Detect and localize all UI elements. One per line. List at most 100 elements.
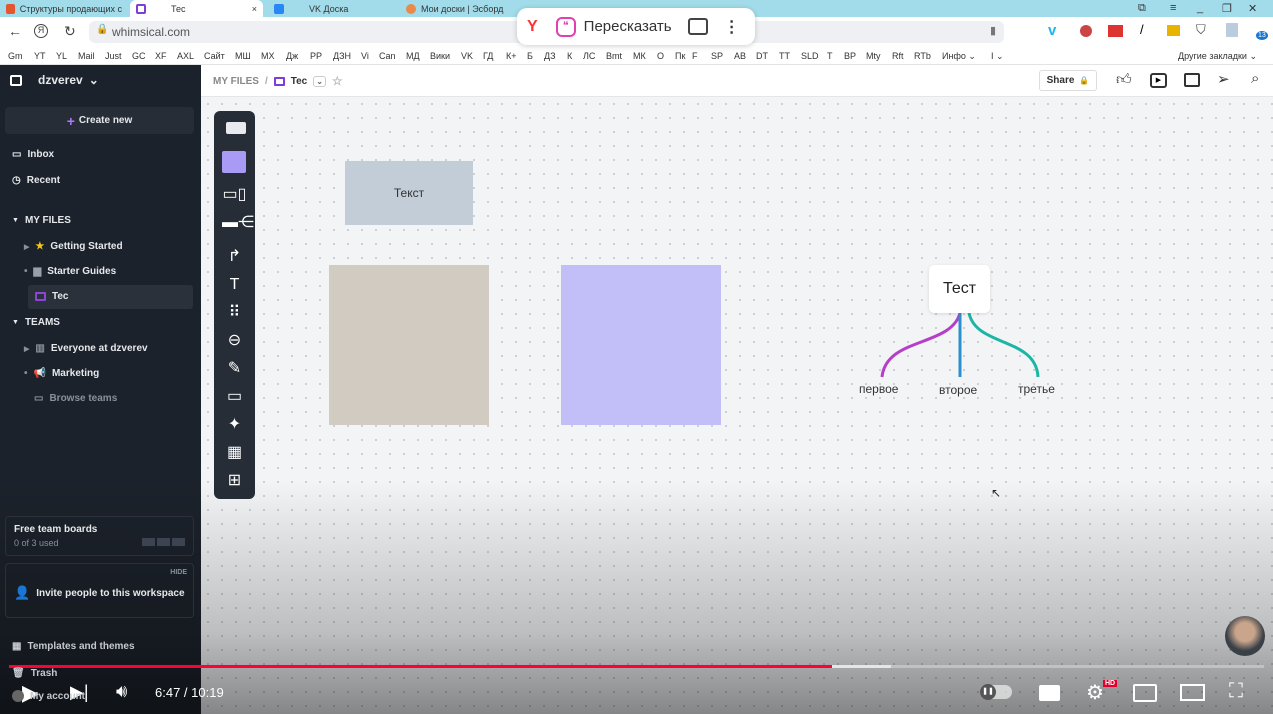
settings-icon[interactable]: ⚙ xyxy=(1086,680,1104,705)
sidebar-item-starter-guides[interactable]: • ▆ Starter Guides xyxy=(24,266,116,277)
bookmark-item[interactable]: TT xyxy=(779,51,790,61)
link-tool[interactable]: ⊖ xyxy=(222,330,247,352)
search-icon[interactable]: ⌕ xyxy=(1251,70,1259,87)
sidebar-item-marketing[interactable]: • 📢 Marketing xyxy=(24,368,99,379)
workspace-switcher[interactable]: dzverev ⌄ xyxy=(10,73,99,87)
create-new-button[interactable]: + Create new xyxy=(5,107,194,134)
sidebar-item-inbox[interactable]: ▭ Inbox xyxy=(12,149,54,160)
grid-tool[interactable]: ⠿ xyxy=(222,302,247,324)
bookmark-item[interactable]: Б xyxy=(527,51,533,61)
minimize-icon[interactable]: _ xyxy=(1197,2,1203,14)
sticky-note-tool[interactable] xyxy=(222,151,247,173)
channel-avatar[interactable] xyxy=(1225,616,1265,656)
bookmark-item[interactable]: Инфо ⌄ xyxy=(942,51,976,62)
extension-icon[interactable] xyxy=(1167,25,1180,36)
bookmark-item[interactable]: ДЗ xyxy=(544,51,556,61)
tab-tec[interactable]: Тес × xyxy=(130,0,263,17)
back-icon[interactable]: ← xyxy=(8,23,22,39)
more-icon[interactable]: ⋮ xyxy=(724,17,740,37)
mindmap-tool[interactable]: ▬⋲ xyxy=(222,212,254,234)
bookmark-item[interactable]: VK xyxy=(461,51,473,61)
volume-icon[interactable]: 🔊︎ xyxy=(116,681,127,702)
bookmark-item[interactable]: XF xyxy=(155,51,167,61)
restore-icon[interactable]: ❐ xyxy=(1222,2,1232,15)
bookmark-item[interactable]: МШ xyxy=(235,51,251,61)
bookmark-item[interactable]: К xyxy=(567,51,572,61)
mindmap-node[interactable]: второе xyxy=(939,383,977,397)
bookmark-item[interactable]: Just xyxy=(105,51,122,61)
lavender-sticky-shape[interactable] xyxy=(561,265,721,425)
bookmark-item[interactable]: SP xyxy=(711,51,723,61)
sidebar-item-tec[interactable]: Tec xyxy=(28,285,193,309)
bookmark-item[interactable]: AB xyxy=(734,51,746,61)
bookmark-item[interactable]: Вики xyxy=(430,51,450,61)
bookmark-item[interactable]: К+ xyxy=(506,51,517,61)
bookmark-item[interactable]: YL xyxy=(56,51,67,61)
browse-teams-link[interactable]: ▭ Browse teams xyxy=(34,393,117,404)
bookmark-item[interactable]: Vi xyxy=(361,51,369,61)
board-canvas[interactable]: Текст Тест первое второе третье ↖ xyxy=(201,97,1273,714)
connector-tool[interactable]: ↱ xyxy=(222,246,247,268)
lastpass-icon[interactable] xyxy=(1108,25,1123,37)
bookmark-item[interactable]: BP xyxy=(844,51,856,61)
theater-mode-icon[interactable] xyxy=(1180,684,1205,701)
beige-sticky-shape[interactable] xyxy=(329,265,489,425)
more-tools-button[interactable]: ⊞ xyxy=(222,470,247,492)
my-files-header[interactable]: ▼ MY FILES xyxy=(12,215,71,226)
share-button[interactable]: Share 🔒 xyxy=(1039,70,1097,91)
frame-tool[interactable]: ▭ xyxy=(222,386,247,408)
sidebar-item-trash[interactable]: 🗑 Trash xyxy=(12,668,57,679)
ai-sparkle-tool[interactable]: ✦ xyxy=(222,414,247,436)
bookmark-item[interactable]: DT xyxy=(756,51,768,61)
bookmark-item[interactable]: МК xyxy=(633,51,646,61)
subtitles-icon[interactable] xyxy=(687,18,708,35)
bookmark-item[interactable]: Дж xyxy=(286,51,298,61)
bookmark-item[interactable]: YT xyxy=(34,51,46,61)
hide-button[interactable]: HIDE xyxy=(170,569,187,576)
extension-icon[interactable] xyxy=(1080,25,1092,37)
bookmark-item[interactable]: ДЗН xyxy=(333,51,351,61)
wireframe-tool[interactable]: ▭▯ xyxy=(222,184,247,206)
templates-tool[interactable]: ▦ xyxy=(222,442,247,464)
collections-icon[interactable]: ⧉ xyxy=(1138,2,1146,15)
close-tab-icon[interactable]: × xyxy=(252,4,257,14)
board-menu-chevron-icon[interactable]: ⌄ xyxy=(313,75,326,87)
bookmark-item[interactable]: Rft xyxy=(892,51,904,61)
vimeo-icon[interactable]: v xyxy=(1048,22,1056,39)
bookmark-item[interactable]: О xyxy=(657,51,664,61)
bookmark-item[interactable]: Сайт xyxy=(204,51,225,61)
sidebar-toggle-icon[interactable] xyxy=(10,74,22,86)
video-progress-bar[interactable] xyxy=(9,665,1264,668)
eyedropper-icon[interactable]: / xyxy=(1140,22,1144,37)
board-name[interactable]: Tec xyxy=(291,76,308,87)
extension-icon[interactable] xyxy=(1226,23,1238,37)
bookmark-item[interactable]: T xyxy=(827,51,833,61)
tab-vk[interactable]: VK Доска xyxy=(268,0,393,17)
sidebar-item-account[interactable]: My account xyxy=(12,690,85,702)
menu-icon[interactable]: ≡ xyxy=(1170,2,1176,14)
sidebar-item-getting-started[interactable]: ▶ ★ Getting Started xyxy=(24,241,123,252)
bookmark-item[interactable]: SLD xyxy=(801,51,819,61)
bookmark-item[interactable]: AXL xyxy=(177,51,194,61)
bookmark-item[interactable]: Gm xyxy=(8,51,23,61)
sidebar-item-templates[interactable]: ▦ Templates and themes xyxy=(12,641,135,652)
mindmap-root-node[interactable]: Тест xyxy=(929,265,990,313)
breadcrumb-my-files[interactable]: MY FILES xyxy=(213,76,259,87)
bookmark-icon[interactable]: ▮ xyxy=(990,24,996,37)
reload-icon[interactable]: ↻ xyxy=(64,23,76,40)
close-window-icon[interactable]: ✕ xyxy=(1248,2,1257,15)
bookmark-item[interactable]: МХ xyxy=(261,51,275,61)
tab-esboard[interactable]: Мои доски | Эсборд xyxy=(400,0,530,17)
tab-structures[interactable]: Структуры продающих с xyxy=(0,0,128,17)
bookmark-item[interactable]: Bmt xyxy=(606,51,622,61)
bookmark-item[interactable]: ГД xyxy=(483,51,493,61)
bookmark-item[interactable]: Can xyxy=(379,51,396,61)
sidebar-item-everyone[interactable]: ▶ ▥ Everyone at dzverev xyxy=(24,343,148,354)
bookmark-item[interactable]: Пк xyxy=(675,51,685,61)
invite-card[interactable]: HIDE 👤 Invite people to this workspace xyxy=(5,563,194,618)
bookmark-item[interactable]: МД xyxy=(406,51,420,61)
bookmark-item[interactable]: ЛС xyxy=(583,51,595,61)
pencil-tool[interactable]: ✎ xyxy=(222,358,247,380)
bookmark-item[interactable]: F xyxy=(692,51,698,61)
other-bookmarks[interactable]: Другие закладки ⌄ xyxy=(1178,51,1257,62)
